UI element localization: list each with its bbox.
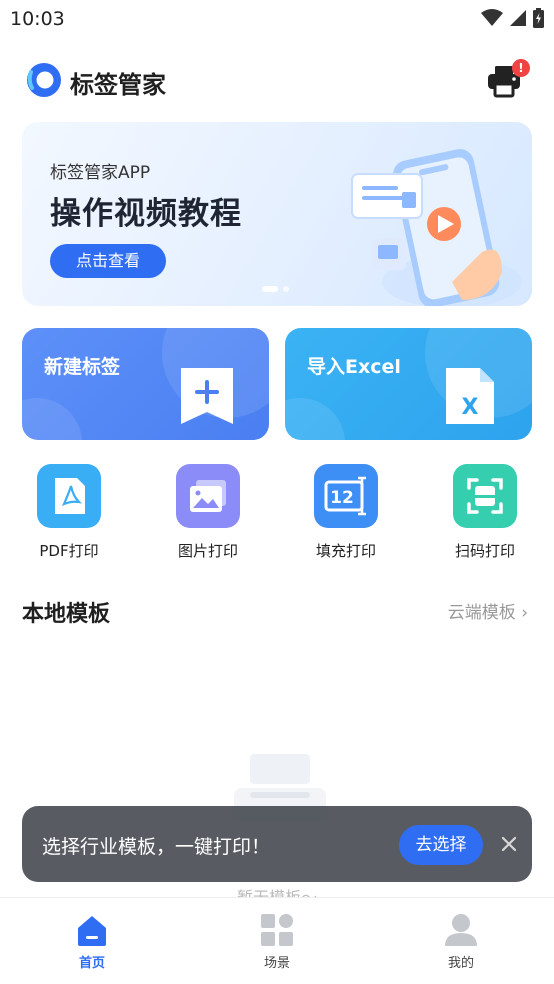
new-label-text: 新建标签 — [44, 356, 121, 378]
pagination-dot — [283, 286, 289, 292]
image-print-tile — [176, 464, 240, 528]
local-templates-title: 本地模板 — [22, 602, 111, 627]
cloud-templates-link[interactable]: 云端模板 › — [448, 598, 528, 623]
status-time: 10:03 — [10, 8, 65, 30]
import-excel-text: 导入Excel — [307, 356, 401, 378]
fill-print-tile: 12 — [314, 464, 378, 528]
tutorial-banner[interactable]: 标签管家APP 操作视频教程 点击查看 — [22, 122, 532, 306]
new-label-card[interactable]: 新建标签 — [22, 328, 269, 440]
decorative-circle — [22, 398, 82, 440]
nav-profile[interactable]: 我的 — [401, 912, 521, 974]
nav-home[interactable]: 首页 — [32, 912, 152, 974]
phone-video-illustration — [351, 149, 522, 306]
template-toast: 选择行业模板，一键打印！ 去选择 — [22, 806, 532, 882]
battery-icon — [533, 8, 544, 28]
nav-scenes[interactable]: 场景 — [217, 912, 337, 974]
app-title: 标签管家 — [70, 71, 166, 99]
status-icons — [481, 8, 544, 28]
scan-print-tile — [453, 464, 517, 528]
close-icon[interactable] — [498, 833, 520, 855]
banner-title: 操作视频教程 — [50, 196, 242, 232]
wifi-icon — [481, 9, 503, 26]
quick-tools: PDF打印 图片打印 12 填充打印 扫码打印 — [0, 462, 554, 562]
home-icon — [78, 916, 106, 946]
pdf-print-tool[interactable]: PDF打印 — [14, 462, 124, 562]
scan-icon — [467, 478, 503, 514]
pdf-print-tile — [37, 464, 101, 528]
app-header: 标签管家 ! — [0, 52, 554, 110]
decorative-circle — [285, 398, 345, 440]
image-print-label: 图片打印 — [177, 542, 238, 560]
pdf-print-label: PDF打印 — [39, 542, 99, 560]
printer-alert-badge: ! — [512, 59, 530, 77]
app-logo-icon — [27, 63, 61, 97]
excel-file-icon: X — [446, 368, 494, 424]
image-print-tool[interactable]: 图片打印 — [153, 462, 263, 562]
import-excel-card[interactable]: 导入Excel X — [285, 328, 532, 440]
svg-text:X: X — [462, 395, 479, 420]
fill-print-label: 填充打印 — [315, 542, 376, 560]
toast-select-button[interactable]: 去选择 — [399, 825, 483, 865]
image-icon — [190, 480, 226, 512]
add-label-icon — [181, 368, 233, 424]
fill-icon: 12 — [324, 476, 366, 516]
svg-text:12: 12 — [330, 488, 354, 508]
status-bar: 10:03 — [0, 0, 554, 40]
nav-scenes-label: 场景 — [263, 956, 290, 971]
user-icon — [445, 914, 477, 946]
signal-icon — [510, 10, 526, 26]
nav-profile-label: 我的 — [447, 956, 474, 971]
banner-pagination — [262, 286, 289, 292]
scan-print-tool[interactable]: 扫码打印 — [430, 462, 540, 562]
toast-message: 选择行业模板，一键打印！ — [42, 836, 271, 858]
scan-print-label: 扫码打印 — [454, 542, 515, 560]
pdf-icon — [55, 478, 85, 514]
grid-icon — [261, 914, 293, 946]
nav-home-label: 首页 — [78, 956, 105, 971]
fill-print-tool[interactable]: 12 填充打印 — [291, 462, 401, 562]
banner-subtitle: 标签管家APP — [50, 163, 151, 183]
pagination-dot-active — [262, 286, 278, 292]
bottom-navigation: 首页 场景 我的 — [0, 897, 554, 984]
banner-view-button[interactable]: 点击查看 — [50, 244, 166, 278]
